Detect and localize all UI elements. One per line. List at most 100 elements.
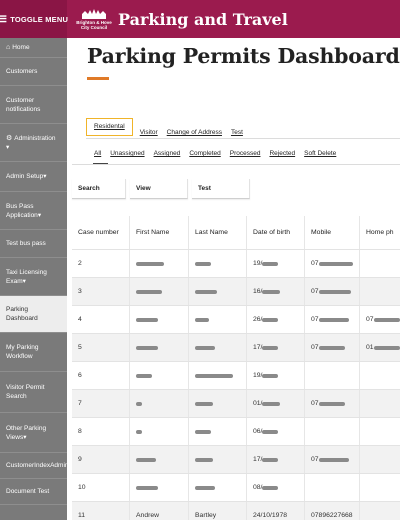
cell-first-name bbox=[130, 250, 189, 277]
cell-text: 19/ bbox=[253, 372, 263, 379]
sidebar-item-visitor-permit-search[interactable]: Visitor Permit Search bbox=[0, 372, 67, 413]
redacted-value bbox=[195, 457, 213, 462]
cell-home-phone: 07 bbox=[360, 306, 400, 333]
sidebar-item-customer-notifications[interactable]: Customer notifications bbox=[0, 86, 67, 124]
sidebar-item-customers[interactable]: Customers bbox=[0, 58, 67, 86]
tabs-divider bbox=[86, 138, 400, 139]
cell-home-phone: 01 bbox=[360, 334, 400, 361]
column-header-date-of-birth[interactable]: Date of birth bbox=[247, 216, 305, 249]
cell-date-of-birth: 06/ bbox=[247, 418, 305, 445]
search-filter[interactable]: Search bbox=[72, 179, 126, 199]
subtab-unassigned[interactable]: Unassigned bbox=[110, 150, 144, 157]
redacted-value bbox=[136, 317, 158, 322]
view-filter[interactable]: View bbox=[130, 179, 188, 199]
column-header-last-name[interactable]: Last Name bbox=[189, 216, 247, 249]
column-header-case-number[interactable]: Case number bbox=[72, 216, 130, 249]
redacted-value bbox=[195, 401, 213, 406]
tab-visitor[interactable]: Visitor bbox=[140, 129, 158, 136]
redacted-value bbox=[136, 401, 142, 406]
tab-residental[interactable]: Residental bbox=[86, 118, 133, 136]
column-header-first-name[interactable]: First Name bbox=[130, 216, 189, 249]
sidebar-item-admin-setup[interactable]: Admin Setup ▾ bbox=[0, 162, 67, 192]
cell-last-name bbox=[189, 418, 247, 445]
cell-text: 6 bbox=[78, 372, 82, 379]
cell-mobile bbox=[305, 474, 360, 501]
cell-text: 07 bbox=[311, 288, 319, 295]
cell-text: 17/ bbox=[253, 456, 263, 463]
sidebar-item-label: Document Test bbox=[6, 488, 50, 495]
cell-text: 06/ bbox=[253, 428, 263, 435]
table-row[interactable]: 10 08/ bbox=[72, 474, 400, 502]
cell-first-name bbox=[130, 334, 189, 361]
cell-first-name bbox=[130, 418, 189, 445]
table-row[interactable]: 3 16/07 bbox=[72, 278, 400, 306]
redacted-value bbox=[195, 289, 217, 294]
table-row[interactable]: 4 26/07 07 bbox=[72, 306, 400, 334]
table-row[interactable]: 11 Andrew Bartley 24/10/1978 07896227668 bbox=[72, 502, 400, 520]
column-header-mobile[interactable]: Mobile bbox=[305, 216, 360, 249]
cell-mobile: 07896227668 bbox=[305, 502, 360, 520]
cell-first-name bbox=[130, 474, 189, 501]
cell-text: 7 bbox=[78, 400, 82, 407]
sidebar-item-label: Taxi Licensing Exam bbox=[6, 268, 47, 285]
table-row[interactable]: 8 06/ bbox=[72, 418, 400, 446]
tab-test[interactable]: Test bbox=[231, 129, 243, 136]
cell-last-name bbox=[189, 250, 247, 277]
cell-text: 07896227668 bbox=[311, 512, 353, 519]
subtab-completed[interactable]: Completed bbox=[189, 150, 220, 157]
cell-case-number: 7 bbox=[72, 390, 130, 417]
subtabs-divider bbox=[72, 164, 400, 165]
cell-text: 2 bbox=[78, 260, 82, 267]
subtab-soft-delete[interactable]: Soft Delete bbox=[304, 150, 336, 157]
cell-home-phone bbox=[360, 278, 400, 305]
redacted-value bbox=[136, 457, 156, 462]
sidebar-item-taxi-licensing-exam[interactable]: Taxi Licensing Exam▾ bbox=[0, 258, 67, 296]
sidebar-item-label: Administration bbox=[14, 134, 56, 142]
redacted-value bbox=[373, 317, 400, 322]
redacted-value bbox=[262, 485, 279, 490]
column-header-home-phone[interactable]: Home ph bbox=[360, 216, 400, 249]
cell-text: 4 bbox=[78, 316, 82, 323]
cell-text: 8 bbox=[78, 428, 82, 435]
subtab-processed[interactable]: Processed bbox=[230, 150, 261, 157]
table-row[interactable]: 6 19/ bbox=[72, 362, 400, 390]
cell-home-phone bbox=[360, 502, 400, 520]
sidebar-item-home[interactable]: ⌂ Home bbox=[0, 38, 67, 58]
sidebar-item-customer-index-admin[interactable]: CustomerIndexAdmin bbox=[0, 453, 69, 479]
cell-text: 5 bbox=[78, 344, 82, 351]
table-row[interactable]: 5 17/07 01 bbox=[72, 334, 400, 362]
sidebar-item-bus-pass-application[interactable]: Bus Pass Application▾ bbox=[0, 192, 67, 230]
sidebar-item-document-test[interactable]: Document Test bbox=[0, 479, 67, 505]
gear-icon: ⚙ bbox=[6, 134, 13, 142]
subtab-rejected[interactable]: Rejected bbox=[269, 150, 295, 157]
cell-mobile bbox=[305, 362, 360, 389]
redacted-value bbox=[318, 317, 349, 322]
redacted-value bbox=[318, 457, 349, 462]
subtab-assigned[interactable]: Assigned bbox=[154, 150, 181, 157]
sidebar-item-label: Test bus pass bbox=[6, 240, 46, 247]
redacted-value bbox=[136, 261, 164, 266]
status-subtabs: All Unassigned Assigned Completed Proces… bbox=[94, 150, 345, 157]
redacted-value bbox=[262, 345, 279, 350]
cell-date-of-birth: 19/ bbox=[247, 250, 305, 277]
table-row[interactable]: 2 19/07 bbox=[72, 250, 400, 278]
cell-date-of-birth: 08/ bbox=[247, 474, 305, 501]
cell-case-number: 3 bbox=[72, 278, 130, 305]
sidebar-item-my-parking-workflow[interactable]: My Parking Workflow bbox=[0, 333, 67, 372]
tab-change-of-address[interactable]: Change of Address bbox=[167, 129, 222, 136]
cell-case-number: 5 bbox=[72, 334, 130, 361]
test-filter[interactable]: Test bbox=[192, 179, 250, 199]
table-row[interactable]: 9 17/07 bbox=[72, 446, 400, 474]
toggle-menu-button[interactable]: ☰ TOGGLE MENU bbox=[0, 0, 69, 38]
table-row[interactable]: 7 01/07 bbox=[72, 390, 400, 418]
cell-text: 07 bbox=[366, 316, 374, 323]
sidebar-item-other-parking-views[interactable]: Other Parking Views▾ bbox=[0, 413, 67, 453]
sidebar-item-administration[interactable]: ⚙ Administration ▾ bbox=[0, 124, 67, 162]
toggle-menu-label: TOGGLE MENU bbox=[10, 14, 69, 24]
sidebar-item-parking-dashboard[interactable]: Parking Dashboard bbox=[0, 296, 67, 333]
cell-last-name bbox=[189, 446, 247, 473]
sidebar-item-test-bus-pass[interactable]: Test bus pass bbox=[0, 230, 67, 258]
subtab-all[interactable]: All bbox=[94, 150, 101, 157]
redacted-value bbox=[195, 485, 215, 490]
council-logo[interactable]: Brighton & Hove City Council bbox=[74, 0, 114, 38]
